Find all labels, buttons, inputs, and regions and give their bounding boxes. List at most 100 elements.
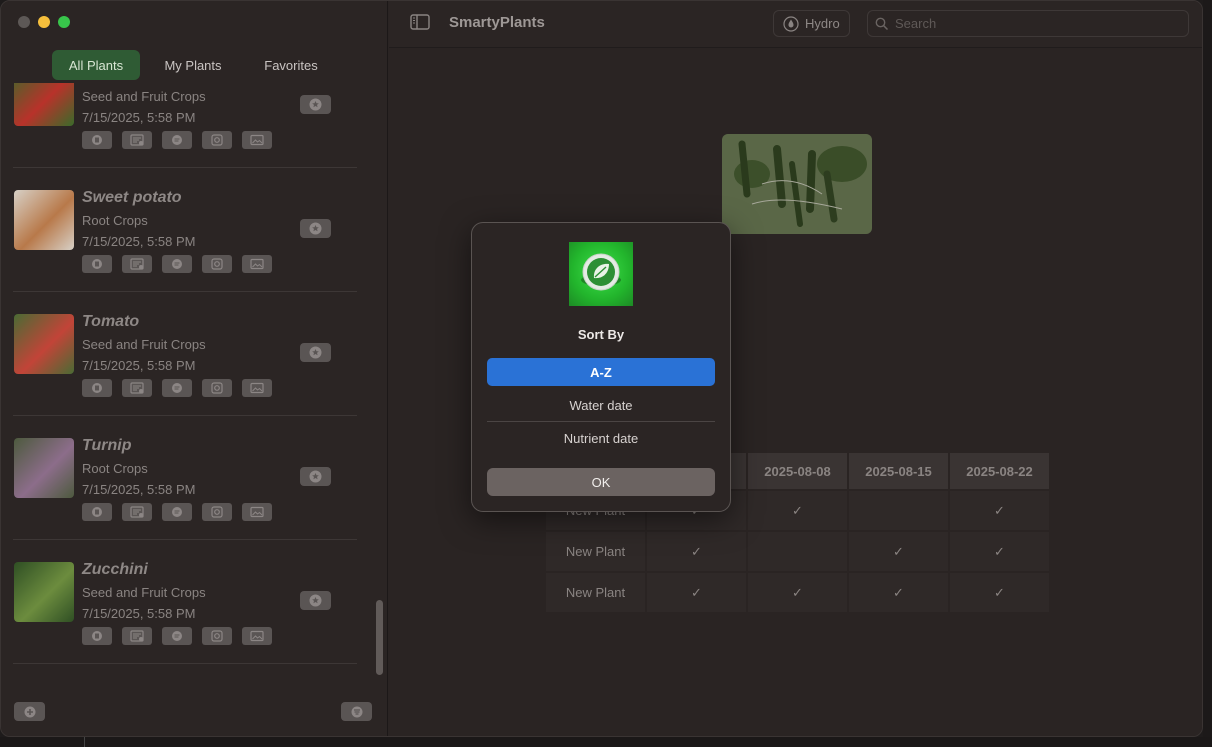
photo-icon [250, 630, 264, 642]
plant-list-item[interactable]: Turnip Root Crops 7/15/2025, 5:58 PM [1, 416, 371, 540]
photo-button[interactable] [242, 255, 272, 273]
sidebar-toggle-icon[interactable] [410, 14, 430, 30]
plant-thumbnail [14, 314, 74, 374]
photo-button[interactable] [242, 627, 272, 645]
search-icon [875, 17, 889, 30]
calendar-button[interactable] [122, 131, 152, 149]
camera-button[interactable] [202, 131, 232, 149]
schedule-check: ✓ [647, 532, 746, 571]
sort-option-nutrient-date[interactable]: Nutrient date [487, 424, 715, 452]
dialog-title: Sort By [577, 327, 625, 342]
tab-all-plants[interactable]: All Plants [52, 50, 140, 80]
app-window: All Plants My Plants Favorites Seed and … [0, 0, 1203, 737]
water-drop-icon [783, 15, 799, 32]
add-plant-button[interactable] [14, 702, 45, 721]
favorite-button[interactable] [300, 95, 331, 114]
photo-button[interactable] [242, 379, 272, 397]
message-icon [170, 506, 184, 518]
delete-button[interactable] [82, 503, 112, 521]
schedule-check: ✓ [849, 573, 948, 612]
sort-button[interactable] [341, 702, 372, 721]
plant-name: Sweet potato [82, 189, 182, 206]
camera-button[interactable] [202, 503, 232, 521]
plant-photo [722, 134, 872, 234]
plant-list-item[interactable]: Sweet potato Root Crops 7/15/2025, 5:58 PM [1, 168, 371, 292]
plant-category: Seed and Fruit Crops [82, 337, 206, 352]
message-button[interactable] [162, 255, 192, 273]
calendar-button[interactable] [122, 255, 152, 273]
schedule-check [849, 491, 948, 530]
calendar-icon [130, 258, 144, 270]
plant-list-item[interactable]: Tomato Seed and Fruit Crops 7/15/2025, 5:5… [1, 292, 371, 416]
message-icon [170, 630, 184, 642]
plant-name: Turnip [82, 437, 132, 454]
calendar-icon [130, 134, 144, 146]
sort-dialog: Sort By A-Z Water date Nutrient date OK [471, 222, 731, 512]
calendar-button[interactable] [122, 503, 152, 521]
schedule-check: ✓ [950, 491, 1049, 530]
favorite-button[interactable] [300, 467, 331, 486]
calendar-button[interactable] [122, 379, 152, 397]
delete-button[interactable] [82, 255, 112, 273]
calendar-icon [130, 506, 144, 518]
minimize-window-button[interactable] [38, 16, 50, 28]
sort-option-a-z[interactable]: A-Z [487, 358, 715, 386]
tab-favorites[interactable]: Favorites [249, 50, 333, 80]
favorite-button[interactable] [300, 343, 331, 362]
plant-list-item[interactable]: Seed and Fruit Crops 7/15/2025, 5:58 PM [1, 83, 371, 168]
delete-button[interactable] [82, 627, 112, 645]
message-button[interactable] [162, 503, 192, 521]
camera-icon [210, 506, 224, 518]
plant-list-item[interactable]: Zucchini Seed and Fruit Crops 7/15/2025, 5… [1, 540, 371, 664]
message-button[interactable] [162, 131, 192, 149]
photo-button[interactable] [242, 131, 272, 149]
schedule-plant-name: New Plant [546, 573, 645, 612]
star-icon [309, 98, 322, 111]
camera-button[interactable] [202, 379, 232, 397]
hydro-button[interactable]: Hydro [773, 10, 850, 37]
star-icon [309, 470, 322, 483]
camera-button[interactable] [202, 627, 232, 645]
photo-icon [250, 382, 264, 394]
schedule-check: ✓ [950, 532, 1049, 571]
ok-button[interactable]: OK [487, 468, 715, 496]
delete-button[interactable] [82, 379, 112, 397]
camera-button[interactable] [202, 255, 232, 273]
toolbar: SmartyPlants Hydro Search [389, 1, 1202, 48]
schedule-row: New Plant ✓ ✓ ✓ ✓ [546, 573, 1049, 612]
search-input[interactable]: Search [895, 16, 936, 31]
schedule-column-header: 2025-08-22 [950, 453, 1049, 489]
camera-icon [210, 258, 224, 270]
plant-date: 7/15/2025, 5:58 PM [82, 482, 196, 497]
schedule-check: ✓ [950, 573, 1049, 612]
schedule-check [748, 532, 847, 571]
message-button[interactable] [162, 379, 192, 397]
close-window-button[interactable] [18, 16, 30, 28]
app-icon [569, 242, 633, 306]
plant-category: Seed and Fruit Crops [82, 585, 206, 600]
favorite-button[interactable] [300, 591, 331, 610]
plant-list: Seed and Fruit Crops 7/15/2025, 5:58 PM Sw… [1, 83, 388, 673]
app-title: SmartyPlants [449, 14, 545, 31]
plant-name: Zucchini [82, 561, 148, 578]
schedule-column-header: 2025-08-15 [849, 453, 948, 489]
star-icon [309, 222, 322, 235]
schedule-column-header: 2025-08-08 [748, 453, 847, 489]
sidebar-scrollbar[interactable] [376, 600, 383, 675]
favorite-button[interactable] [300, 219, 331, 238]
sort-option-water-date[interactable]: Water date [487, 391, 715, 419]
message-icon [170, 134, 184, 146]
plant-date: 7/15/2025, 5:58 PM [82, 358, 196, 373]
tab-my-plants[interactable]: My Plants [151, 50, 235, 80]
plant-date: 7/15/2025, 5:58 PM [82, 234, 196, 249]
delete-button[interactable] [82, 131, 112, 149]
maximize-window-button[interactable] [58, 16, 70, 28]
message-button[interactable] [162, 627, 192, 645]
search-field[interactable]: Search [867, 10, 1189, 37]
schedule-plant-name: New Plant [546, 532, 645, 571]
plant-thumbnail [14, 83, 74, 126]
calendar-icon [130, 630, 144, 642]
photo-button[interactable] [242, 503, 272, 521]
schedule-row: New Plant✓✓✓ [546, 532, 1049, 571]
calendar-button[interactable] [122, 627, 152, 645]
